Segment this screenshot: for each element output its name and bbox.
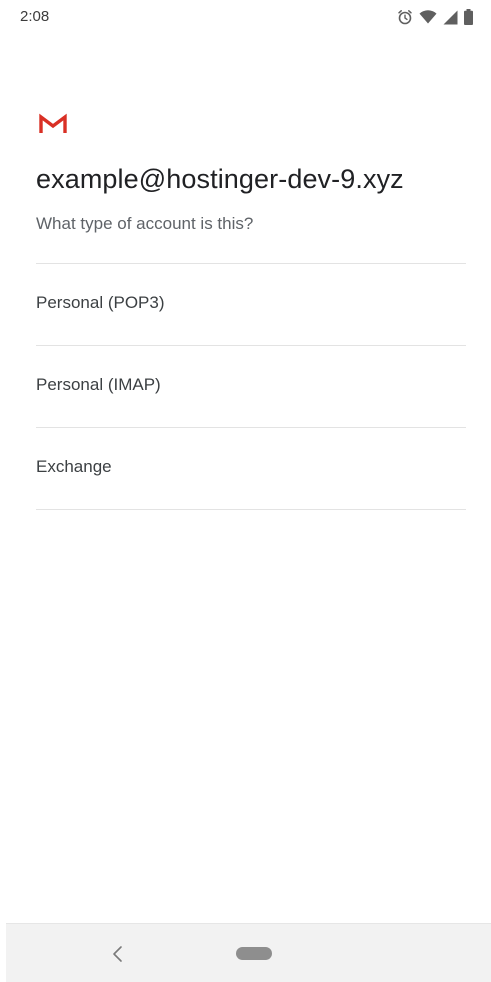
gmail-logo-icon (39, 113, 67, 133)
account-type-label: Personal (POP3) (36, 292, 165, 312)
battery-icon (464, 9, 473, 25)
account-type-label: Personal (IMAP) (36, 374, 161, 394)
account-email-title: example@hostinger-dev-9.xyz (36, 164, 404, 194)
wifi-icon (419, 10, 437, 24)
account-type-label: Exchange (36, 456, 112, 476)
account-type-exchange[interactable]: Exchange (36, 428, 466, 510)
chevron-left-icon[interactable] (104, 940, 132, 968)
account-type-list: Personal (POP3) Personal (IMAP) Exchange (36, 263, 466, 510)
status-icons (397, 9, 473, 25)
home-pill-button[interactable] (236, 947, 272, 960)
system-nav-bar (6, 923, 491, 982)
account-type-prompt: What type of account is this? (36, 214, 254, 233)
account-type-imap[interactable]: Personal (IMAP) (36, 346, 466, 428)
cell-signal-icon (443, 10, 458, 24)
alarm-icon (398, 10, 412, 25)
status-bar: 2:08 (0, 0, 491, 36)
status-time: 2:08 (20, 8, 50, 25)
account-type-pop3[interactable]: Personal (POP3) (36, 264, 466, 346)
